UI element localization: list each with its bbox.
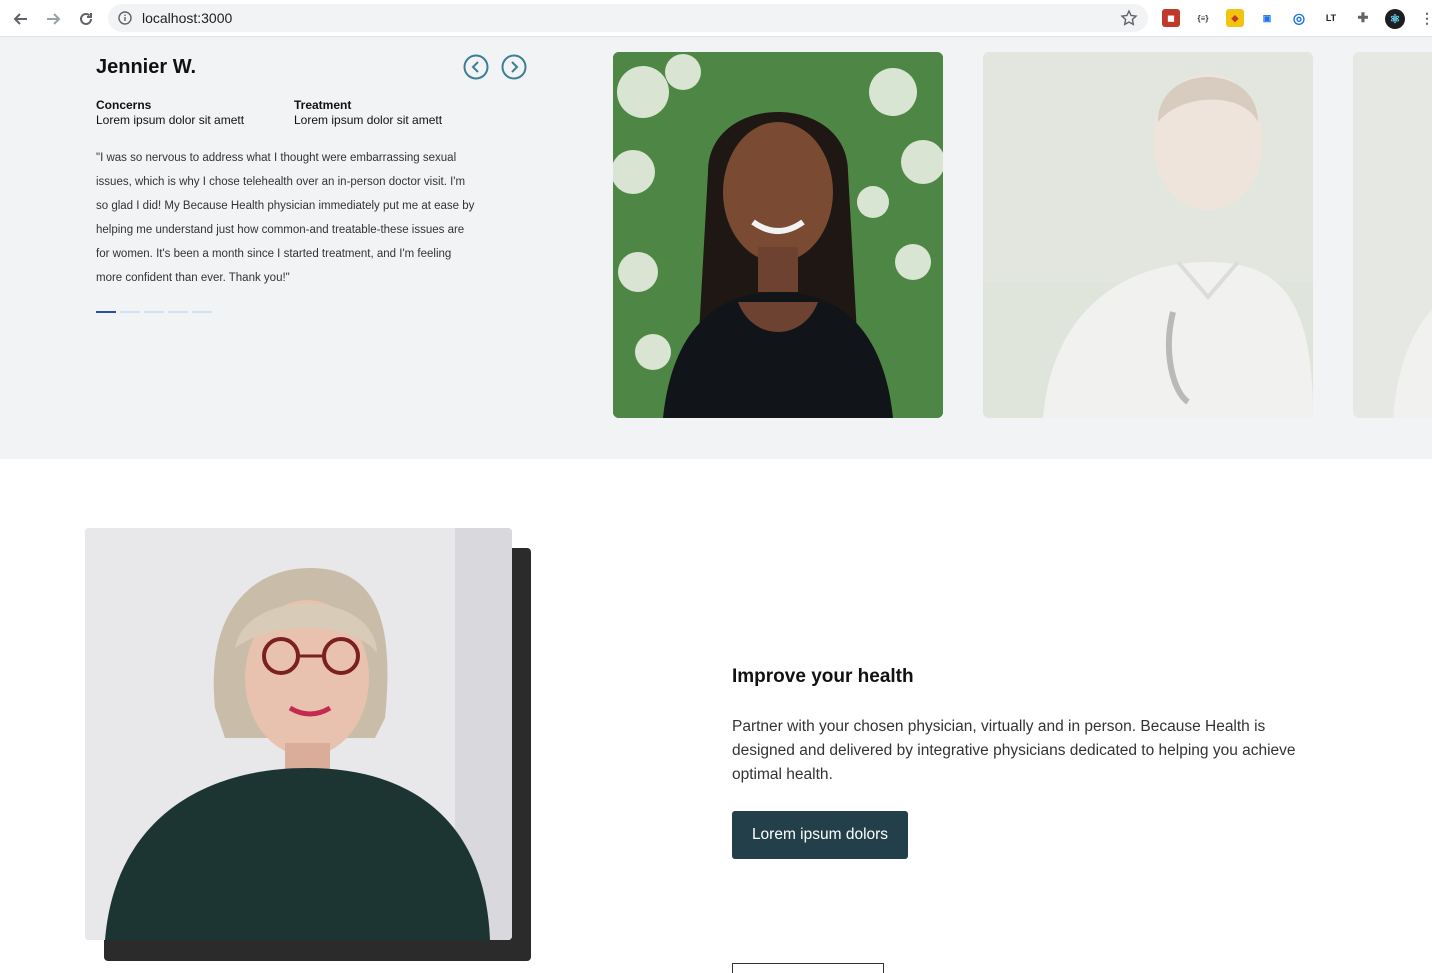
next-arrow-icon[interactable] (501, 54, 527, 80)
reload-icon[interactable] (75, 8, 97, 30)
testimonial-section: Jennier W. Concerns Lorem ipsum dolor si… (0, 37, 1432, 459)
carousel-dot[interactable] (120, 311, 140, 313)
treatment-value: Lorem ipsum dolor sit amett (294, 113, 443, 127)
address-bar[interactable]: localhost:3000 (108, 4, 1148, 32)
health-cta-button[interactable]: Lorem ipsum dolors (732, 811, 908, 859)
bookmark-star-icon[interactable] (1120, 9, 1138, 27)
back-icon[interactable] (10, 8, 32, 30)
extension-icon-1[interactable]: ◼ (1162, 9, 1180, 27)
testimonial-photo-peek (1353, 52, 1432, 418)
extension-ring-icon[interactable]: ◎ (1290, 9, 1308, 27)
previous-arrow-icon[interactable] (463, 54, 489, 80)
testimonial-photo-next (983, 52, 1313, 418)
treatment-block: Treatment Lorem ipsum dolor sit amett (294, 98, 442, 128)
health-description: Partner with your chosen physician, virt… (732, 718, 1296, 783)
carousel-indicators (96, 311, 212, 313)
site-info-icon[interactable] (118, 11, 132, 25)
browser-menu-icon[interactable]: ⋮ (1418, 9, 1432, 27)
extension-shield-icon[interactable]: ◆ (1226, 9, 1244, 27)
testimonial-quote: "I was so nervous to address what I thou… (96, 152, 475, 284)
carousel-dot[interactable] (96, 311, 116, 313)
health-image (85, 528, 512, 940)
react-devtools-icon[interactable]: ⚛ (1385, 9, 1405, 29)
carousel-dot[interactable] (192, 311, 212, 313)
address-url[interactable]: localhost:3000 (142, 10, 232, 26)
carousel-dot[interactable] (144, 311, 164, 313)
browser-toolbar: localhost:3000 ◼ {≡} ◆ ▣ ◎ LT ✚ ⚛ ⋮ (0, 0, 1432, 37)
concerns-label: Concerns (96, 98, 152, 112)
forward-icon[interactable] (42, 8, 64, 30)
extension-json-icon[interactable]: {≡} (1194, 9, 1212, 27)
extensions-puzzle-icon[interactable]: ✚ (1354, 9, 1372, 27)
concerns-value: Lorem ipsum dolor sit amett (96, 113, 245, 127)
extension-lt-icon[interactable]: LT (1322, 9, 1340, 27)
testimonial-name: Jennier W. (96, 56, 197, 78)
secondary-button-partial[interactable] (732, 963, 884, 973)
carousel-dot[interactable] (168, 311, 188, 313)
extension-screen-icon[interactable]: ▣ (1258, 9, 1276, 27)
concerns-block: Concerns Lorem ipsum dolor sit amett (96, 98, 244, 128)
health-title: Improve your health (732, 666, 914, 687)
testimonial-photo (613, 52, 943, 418)
treatment-label: Treatment (294, 98, 352, 112)
